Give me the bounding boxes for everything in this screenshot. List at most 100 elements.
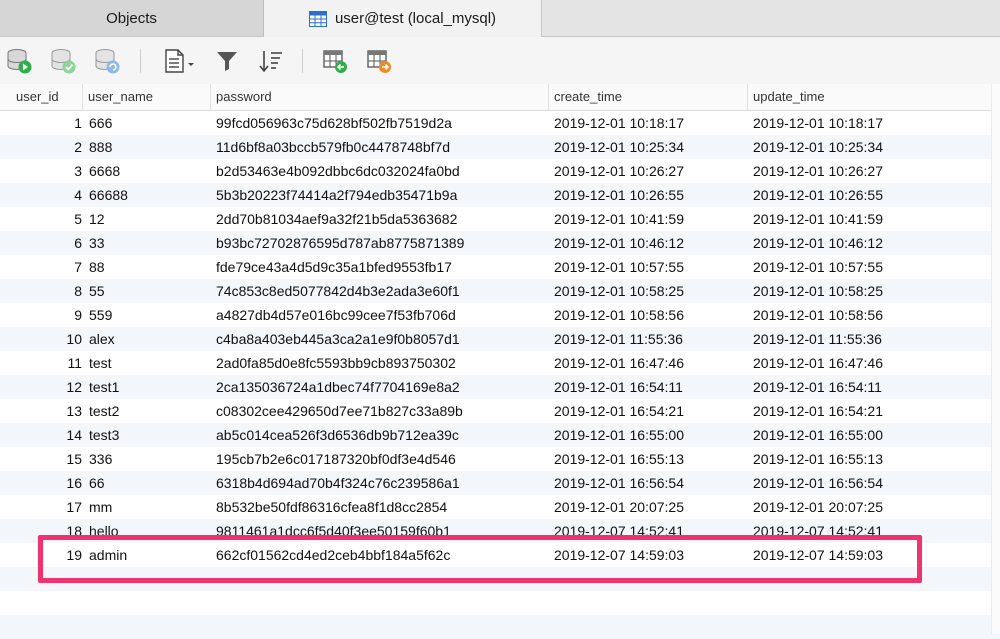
cell-password[interactable]: 662cf01562cd4ed2ceb4bbf184a5f62c	[216, 543, 546, 567]
cell-user-name[interactable]: admin	[89, 543, 207, 567]
column-header-user-id[interactable]: user_id	[12, 84, 83, 110]
table-row[interactable]: 12 test1 2ca135036724a1dbec74f7704169e8a2 2…	[0, 375, 1000, 399]
cell-create-time[interactable]: 2019-12-01 20:07:25	[554, 495, 744, 519]
cell-password[interactable]: c4ba8a403eb445a3ca2a1e9f0b8057d1	[216, 327, 546, 351]
cell-password[interactable]: 2dd70b81034aef9a32f21b5da5363682	[216, 207, 546, 231]
cell-update-time[interactable]: 2019-12-01 10:46:12	[753, 231, 953, 255]
cell-password[interactable]: 195cb7b2e6c017187320bf0df3e4d546	[216, 447, 546, 471]
cell-user-name[interactable]: 12	[89, 207, 207, 231]
cell-user-id[interactable]: 1	[0, 111, 82, 135]
cell-create-time[interactable]: 2019-12-01 11:55:36	[554, 327, 744, 351]
cell-user-name[interactable]: 666	[89, 111, 207, 135]
cell-create-time[interactable]: 2019-12-01 16:55:13	[554, 447, 744, 471]
cell-update-time[interactable]: 2019-12-01 16:55:00	[753, 423, 953, 447]
table-row[interactable]: 15 336 195cb7b2e6c017187320bf0df3e4d546 201…	[0, 447, 1000, 471]
cell-user-name[interactable]: 559	[89, 303, 207, 327]
cell-user-name[interactable]: 88	[89, 255, 207, 279]
document-icon[interactable]	[160, 46, 198, 76]
cell-create-time[interactable]: 2019-12-01 10:26:55	[554, 183, 744, 207]
cell-user-id[interactable]: 4	[0, 183, 82, 207]
table-row[interactable]: 3 6668 b2d53463e4b092dbbc6dc032024fa0bd 201…	[0, 159, 1000, 183]
cell-update-time[interactable]: 2019-12-01 10:25:34	[753, 135, 953, 159]
cell-password[interactable]: c08302cee429650d7ee71b827c33a89b	[216, 399, 546, 423]
table-row[interactable]: 19 admin 662cf01562cd4ed2ceb4bbf184a5f62c 2…	[0, 543, 1000, 567]
table-row[interactable]: 13 test2 c08302cee429650d7ee71b827c33a89b 2…	[0, 399, 1000, 423]
sort-icon[interactable]	[256, 46, 286, 76]
cell-password[interactable]: 11d6bf8a03bccb579fb0c4478748bf7d	[216, 135, 546, 159]
cell-user-name[interactable]: alex	[89, 327, 207, 351]
cell-user-id[interactable]: 14	[0, 423, 82, 447]
cell-user-id[interactable]: 19	[0, 543, 82, 567]
cell-user-id[interactable]: 5	[0, 207, 82, 231]
cell-user-name[interactable]: 55	[89, 279, 207, 303]
cell-create-time[interactable]: 2019-12-01 10:58:25	[554, 279, 744, 303]
export-icon[interactable]	[364, 46, 394, 76]
table-row[interactable]: 11 test 2ad0fa85d0e8fc5593bb9cb893750302 20…	[0, 351, 1000, 375]
cell-password[interactable]: a4827db4d57e016bc99cee7f53fb706d	[216, 303, 546, 327]
db-refresh-icon[interactable]	[92, 46, 122, 76]
tab-objects[interactable]: Objects	[0, 0, 264, 36]
cell-update-time[interactable]: 2019-12-01 16:56:54	[753, 471, 953, 495]
cell-user-name[interactable]: test1	[89, 375, 207, 399]
column-header-password[interactable]: password	[212, 84, 549, 110]
cell-user-id[interactable]: 9	[0, 303, 82, 327]
db-run-icon[interactable]	[4, 46, 34, 76]
cell-create-time[interactable]: 2019-12-01 10:25:34	[554, 135, 744, 159]
cell-user-id[interactable]: 3	[0, 159, 82, 183]
cell-create-time[interactable]: 2019-12-01 16:54:11	[554, 375, 744, 399]
cell-update-time[interactable]: 2019-12-01 10:57:55	[753, 255, 953, 279]
column-header-user-name[interactable]: user_name	[84, 84, 211, 110]
cell-password[interactable]: 2ad0fa85d0e8fc5593bb9cb893750302	[216, 351, 546, 375]
cell-create-time[interactable]: 2019-12-01 10:58:56	[554, 303, 744, 327]
cell-password[interactable]: 5b3b20223f74414a2f794edb35471b9a	[216, 183, 546, 207]
cell-create-time[interactable]: 2019-12-01 16:54:21	[554, 399, 744, 423]
cell-create-time[interactable]: 2019-12-01 16:56:54	[554, 471, 744, 495]
cell-user-id[interactable]: 7	[0, 255, 82, 279]
tab-user-table[interactable]: user@test (local_mysql)	[264, 0, 542, 37]
cell-update-time[interactable]: 2019-12-07 14:59:03	[753, 543, 953, 567]
table-row[interactable]: 14 test3 ab5c014cea526f3d6536db9b712ea39c 2…	[0, 423, 1000, 447]
cell-user-id[interactable]: 11	[0, 351, 82, 375]
table-row[interactable]: 8 55 74c853c8ed5077842d4b3e2ada3e60f1 2019-…	[0, 279, 1000, 303]
table-row[interactable]: 18 hello 9811461a1dcc6f5d40f3ee50159f60b1 2…	[0, 519, 1000, 543]
cell-create-time[interactable]: 2019-12-07 14:52:41	[554, 519, 744, 543]
cell-user-id[interactable]: 8	[0, 279, 82, 303]
cell-create-time[interactable]: 2019-12-01 10:46:12	[554, 231, 744, 255]
column-header-update-time[interactable]: update_time	[749, 84, 992, 110]
cell-user-id[interactable]: 17	[0, 495, 82, 519]
cell-password[interactable]: 8b532be50fdf86316cfea8f1d8cc2854	[216, 495, 546, 519]
cell-user-name[interactable]: 66688	[89, 183, 207, 207]
cell-user-name[interactable]: 336	[89, 447, 207, 471]
cell-create-time[interactable]: 2019-12-01 10:41:59	[554, 207, 744, 231]
table-row[interactable]: 6 33 b93bc72702876595d787ab8775871389 2019-…	[0, 231, 1000, 255]
cell-update-time[interactable]: 2019-12-01 20:07:25	[753, 495, 953, 519]
cell-update-time[interactable]: 2019-12-01 10:18:17	[753, 111, 953, 135]
cell-user-name[interactable]: 6668	[89, 159, 207, 183]
cell-password[interactable]: 99fcd056963c75d628bf502fb7519d2a	[216, 111, 546, 135]
cell-update-time[interactable]: 2019-12-01 10:41:59	[753, 207, 953, 231]
db-check-icon[interactable]	[48, 46, 78, 76]
cell-user-name[interactable]: test2	[89, 399, 207, 423]
cell-create-time[interactable]: 2019-12-01 10:57:55	[554, 255, 744, 279]
cell-password[interactable]: b93bc72702876595d787ab8775871389	[216, 231, 546, 255]
cell-update-time[interactable]: 2019-12-01 10:58:56	[753, 303, 953, 327]
cell-password[interactable]: ab5c014cea526f3d6536db9b712ea39c	[216, 423, 546, 447]
cell-user-id[interactable]: 12	[0, 375, 82, 399]
table-row[interactable]: 1 666 99fcd056963c75d628bf502fb7519d2a 2019…	[0, 111, 1000, 135]
cell-create-time[interactable]: 2019-12-01 16:55:00	[554, 423, 744, 447]
cell-create-time[interactable]: 2019-12-01 10:26:27	[554, 159, 744, 183]
cell-password[interactable]: b2d53463e4b092dbbc6dc032024fa0bd	[216, 159, 546, 183]
cell-user-name[interactable]: test3	[89, 423, 207, 447]
cell-update-time[interactable]: 2019-12-01 11:55:36	[753, 327, 953, 351]
cell-user-id[interactable]: 16	[0, 471, 82, 495]
cell-update-time[interactable]: 2019-12-01 16:54:21	[753, 399, 953, 423]
table-row[interactable]: 17 mm 8b532be50fdf86316cfea8f1d8cc2854 2019…	[0, 495, 1000, 519]
cell-user-id[interactable]: 6	[0, 231, 82, 255]
column-header-create-time[interactable]: create_time	[550, 84, 748, 110]
cell-update-time[interactable]: 2019-12-01 10:26:55	[753, 183, 953, 207]
cell-user-id[interactable]: 2	[0, 135, 82, 159]
cell-password[interactable]: 9811461a1dcc6f5d40f3ee50159f60b1	[216, 519, 546, 543]
filter-icon[interactable]	[212, 46, 242, 76]
cell-user-id[interactable]: 10	[0, 327, 82, 351]
cell-user-name[interactable]: mm	[89, 495, 207, 519]
